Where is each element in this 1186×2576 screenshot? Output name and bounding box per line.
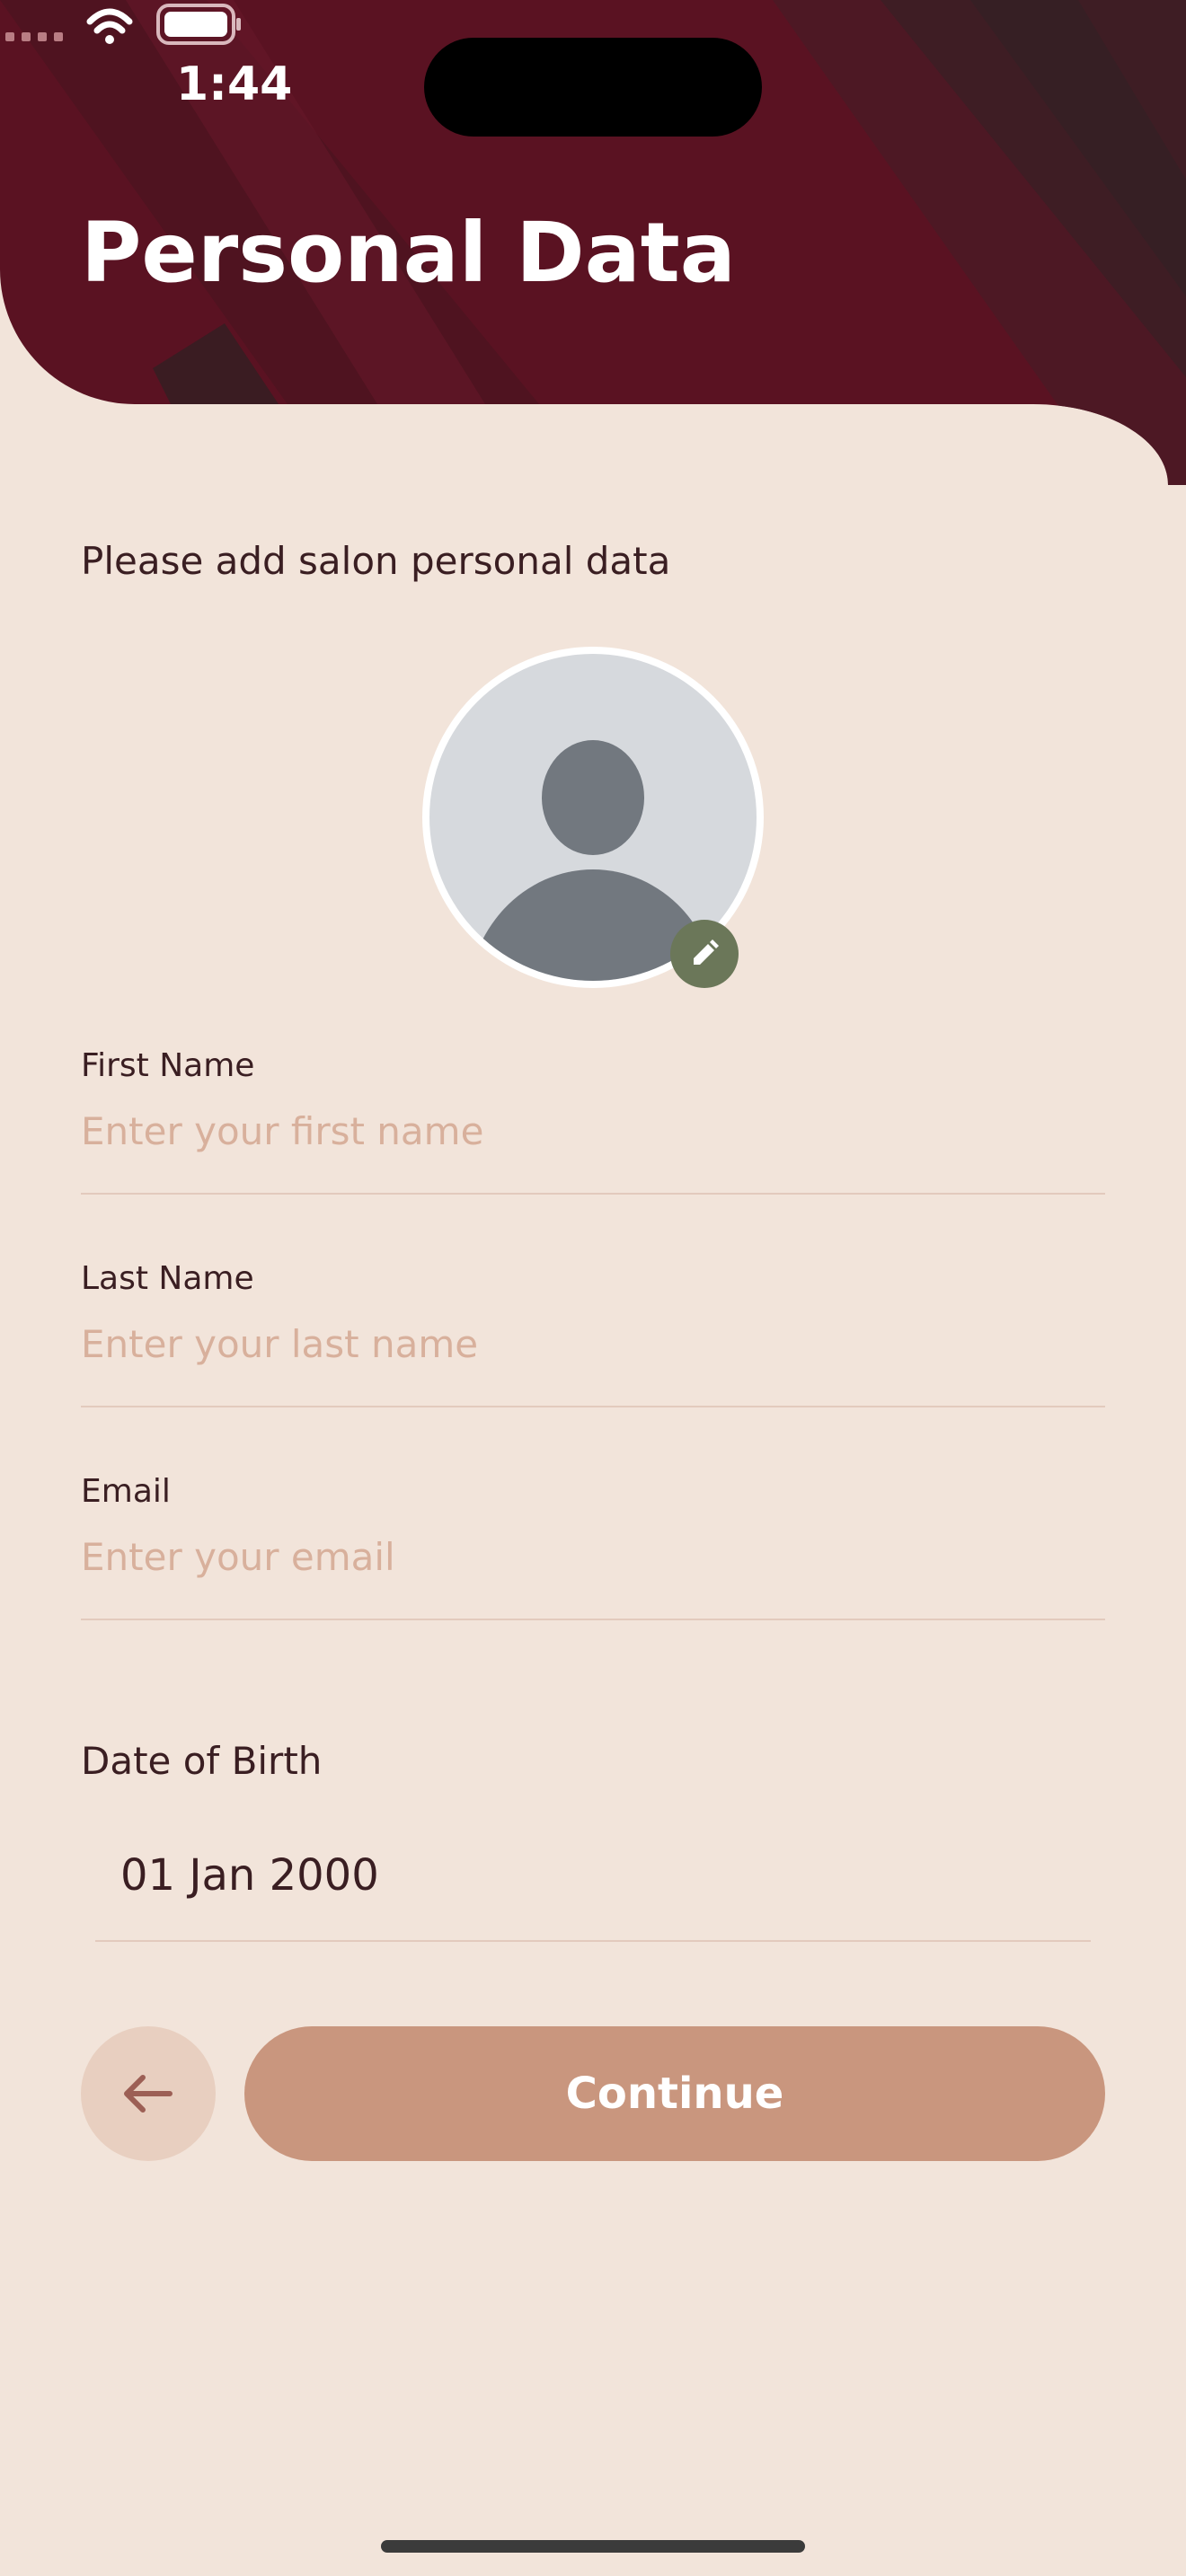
status-time: 1:44	[176, 57, 293, 111]
first-name-label: First Name	[81, 1047, 255, 1084]
arrow-left-icon	[124, 2075, 173, 2113]
continue-button[interactable]: Continue	[244, 2026, 1105, 2161]
first-name-field: First Name	[81, 1047, 1105, 1195]
back-button[interactable]	[81, 2026, 216, 2161]
edit-avatar-button[interactable]	[670, 920, 739, 988]
last-name-field: Last Name	[81, 1260, 1105, 1407]
subtitle: Please add salon personal data	[81, 539, 671, 583]
battery-icon	[156, 4, 241, 45]
last-name-underline	[81, 1406, 1105, 1407]
dynamic-island	[424, 38, 762, 137]
cellular-signal-icon	[5, 32, 63, 41]
email-input[interactable]	[81, 1535, 1105, 1579]
wifi-icon	[86, 8, 133, 44]
header-banner: 1:44 Personal Data	[0, 0, 1186, 485]
email-underline	[81, 1619, 1105, 1620]
last-name-input[interactable]	[81, 1322, 1105, 1366]
dob-underline	[95, 1940, 1091, 1942]
pencil-icon	[694, 940, 719, 965]
first-name-input[interactable]	[81, 1109, 1105, 1153]
email-label: Email	[81, 1473, 171, 1510]
first-name-underline	[81, 1193, 1105, 1195]
home-indicator[interactable]	[381, 2540, 805, 2553]
status-icons	[5, 4, 241, 45]
dob-label: Date of Birth	[81, 1739, 323, 1783]
email-field: Email	[81, 1473, 1105, 1620]
dob-picker[interactable]: 01 Jan 2000	[120, 1850, 379, 1901]
page-title: Personal Data	[81, 205, 736, 301]
last-name-label: Last Name	[81, 1260, 254, 1297]
